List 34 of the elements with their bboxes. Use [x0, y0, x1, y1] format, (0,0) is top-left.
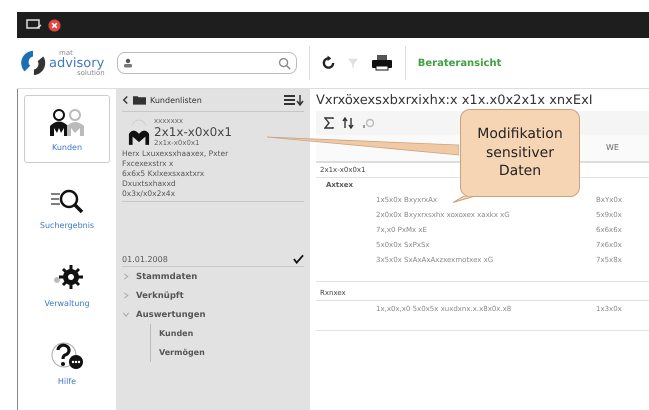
nav-item[interactable]: Suchergebnis [24, 173, 110, 241]
search-icon[interactable] [278, 56, 291, 70]
close-icon[interactable] [48, 18, 61, 32]
sort-icon[interactable] [342, 117, 354, 129]
search-field[interactable] [116, 52, 297, 74]
people-icon [47, 106, 87, 136]
back-icon [122, 95, 129, 105]
tree-item[interactable]: Verknüpft [122, 286, 304, 305]
printer-icon[interactable] [370, 55, 393, 71]
customer-number: 2x1x-x0x0x1 [154, 125, 232, 139]
tree-item[interactable]: Vermögen [150, 343, 304, 362]
nav-item[interactable]: Kunden [24, 95, 110, 163]
window-icon[interactable] [26, 19, 42, 31]
refresh-icon[interactable] [322, 55, 335, 71]
tree-item[interactable]: Kunden [150, 324, 304, 343]
callout-pointer [452, 196, 476, 203]
column-header: WE [606, 143, 619, 152]
person-icon [122, 58, 133, 68]
tree-item[interactable]: Auswertungen [122, 305, 304, 324]
callout: Modifikation sensitiver Daten [460, 109, 580, 197]
menu-icon[interactable] [284, 94, 304, 106]
date-text: 01.01.2008 [122, 254, 168, 264]
customer-icon [128, 117, 150, 147]
sum-icon[interactable] [324, 117, 334, 129]
report-title: Vxrxöxexsxbxrxixhx:x x1x.x0x2x1x xnxExI [316, 92, 594, 110]
logo-text: advisory [49, 56, 105, 70]
nav-item[interactable]: Verwaltung [24, 251, 110, 319]
tree-item[interactable]: Stammdaten [122, 267, 304, 286]
nav-item[interactable]: Hilfe [24, 329, 110, 397]
folder-icon [133, 95, 146, 105]
logo-icon [19, 48, 47, 78]
chart-icon[interactable] [362, 117, 374, 129]
back-link[interactable]: Kundenlisten [122, 95, 202, 105]
view-label[interactable]: Berateransicht [418, 58, 502, 68]
